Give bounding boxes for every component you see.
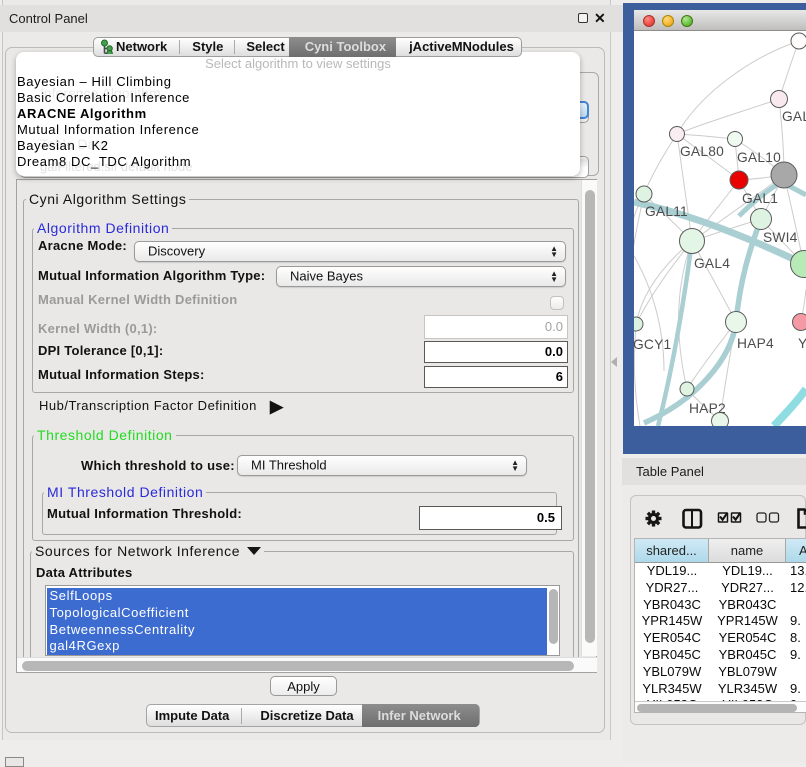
svg-text:GAL1: GAL1 bbox=[742, 191, 778, 206]
svg-text:GCY1: GCY1 bbox=[634, 337, 671, 352]
svg-text:HAP4: HAP4 bbox=[737, 336, 774, 351]
svg-text:GAL11: GAL11 bbox=[645, 204, 688, 219]
svg-text:SWI4: SWI4 bbox=[763, 230, 798, 245]
svg-text:HAP2: HAP2 bbox=[689, 401, 726, 416]
svg-text:GAL4: GAL4 bbox=[694, 256, 730, 271]
svg-text:Y: Y bbox=[798, 336, 806, 351]
svg-text:GAL80: GAL80 bbox=[680, 144, 724, 159]
svg-text:GAL7: GAL7 bbox=[782, 109, 806, 124]
svg-text:GAL10: GAL10 bbox=[737, 150, 781, 165]
